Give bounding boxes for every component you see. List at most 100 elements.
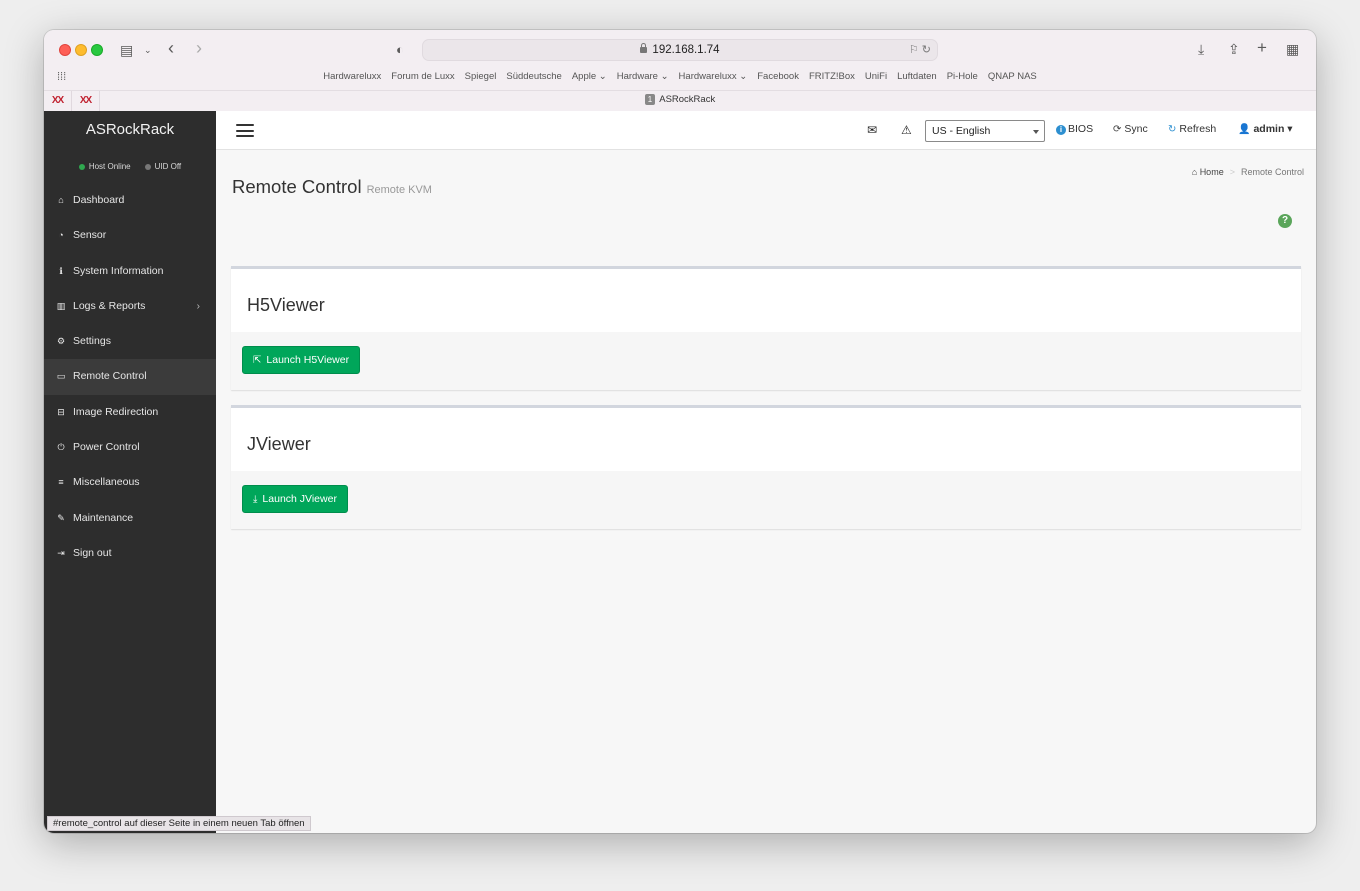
bios-link[interactable]: i BIOS <box>1056 123 1093 135</box>
bookmark-link[interactable]: Luftdaten <box>897 71 937 82</box>
jviewer-panel: JViewer ⤓ Launch JViewer <box>231 405 1301 529</box>
sidebar-item-maintenance[interactable]: ✎ Maintenance <box>44 501 216 536</box>
sidebar-item-miscellaneous[interactable]: ≡ Miscellaneous <box>44 465 216 500</box>
zoom-window-button[interactable] <box>91 44 103 56</box>
launch-h5viewer-button[interactable]: ⇱ Launch H5Viewer <box>242 346 361 374</box>
help-icon[interactable]: ? <box>1278 214 1292 228</box>
panel-body: ⇱ Launch H5Viewer <box>231 332 1301 390</box>
breadcrumb-current: Remote Control <box>1240 167 1304 177</box>
sidebar-item-remote-control[interactable]: ▭ Remote Control <box>44 359 216 395</box>
browser-window: ▤ ⌄ ‹ › ◐ 192.168.1.74 ⚐ ↻ ⤓ ⇪ + ▦ ⁞⁞⁞ H… <box>44 30 1316 833</box>
share-icon[interactable]: ⇪ <box>1228 41 1240 57</box>
refresh-link[interactable]: ↻ Refresh <box>1168 123 1216 135</box>
external-link-icon: ⇱ <box>253 355 262 366</box>
host-status: Host Online UID Off <box>44 149 216 183</box>
sidebar-nav: ⌂ Dashboard ◔ Sensor ℹ System Information ▥ Log… <box>44 183 216 571</box>
tab-row: XX XX 1 ASRockRack <box>44 90 1316 111</box>
sidebar-item-settings[interactable]: ⚙ Settings <box>44 324 216 359</box>
bookmark-link[interactable]: Facebook <box>757 71 799 82</box>
status-dot-icon <box>78 163 85 170</box>
bookmark-link[interactable]: Forum de Luxx <box>391 71 454 82</box>
hdd-icon: ⊟ <box>57 406 65 417</box>
breadcrumb-home[interactable]: ⌂ Home <box>1192 167 1224 177</box>
bookmark-link[interactable]: Süddeutsche <box>506 71 561 82</box>
sidebar-item-power-control[interactable]: ⏻ Power Control <box>44 430 216 465</box>
sidebar-item-label: Sign out <box>73 546 112 559</box>
sidebar-item-system-information[interactable]: ℹ System Information <box>44 254 216 289</box>
chevron-right-icon: › <box>196 300 200 312</box>
host-online-status: Host Online <box>78 162 131 171</box>
main-content: Remote Control Remote KVM ⌂ Home > Remote C… <box>216 150 1316 833</box>
tab-overview-icon[interactable]: ▦ <box>1286 41 1299 57</box>
bookmark-link[interactable]: Hardwareluxx <box>323 71 381 82</box>
refresh-label: Refresh <box>1179 123 1217 135</box>
sidebar-item-logs-reports[interactable]: ▥ Logs & Reports › <box>44 289 216 324</box>
close-window-button[interactable] <box>59 44 71 56</box>
button-label: Launch H5Viewer <box>266 354 350 366</box>
minimize-window-button[interactable] <box>75 44 87 56</box>
language-select[interactable]: US - English <box>925 120 1045 142</box>
bookmark-link[interactable]: Apple ⌄ <box>572 71 607 82</box>
envelope-icon[interactable]: ✉ <box>867 123 877 137</box>
sidebar-item-label: Sensor <box>73 229 107 242</box>
bios-label: BIOS <box>1068 123 1094 135</box>
sidebar-item-label: Image Redirection <box>73 405 159 418</box>
new-tab-icon[interactable]: + <box>1257 39 1267 56</box>
tab-number: 1 <box>644 94 656 105</box>
bookmark-list: Hardwareluxx Forum de Luxx Spiegel Süddeuts… <box>44 71 1316 82</box>
bookmark-link[interactable]: Spiegel <box>465 71 497 82</box>
dashboard-icon: ◔ <box>58 230 64 241</box>
bookmark-link[interactable]: UniFi <box>865 71 887 82</box>
panel-title: H5Viewer <box>247 295 325 315</box>
link-status-bar: #remote_control auf dieser Seite in eine… <box>47 816 311 831</box>
refresh-icon: ↻ <box>1168 124 1177 135</box>
info-icon: i <box>1056 125 1066 135</box>
sidebar-item-sensor[interactable]: ◔ Sensor <box>44 218 216 253</box>
user-menu[interactable]: 👤 admin ▾ <box>1238 123 1293 135</box>
bookmark-link[interactable]: Hardwareluxx ⌄ <box>679 71 748 82</box>
menu-toggle-icon[interactable] <box>236 124 254 137</box>
bookmark-link[interactable]: FRITZ!Box <box>809 71 855 82</box>
chevron-down-icon[interactable]: ⌄ <box>144 42 152 58</box>
forward-icon[interactable]: › <box>196 39 202 57</box>
power-icon: ⏻ <box>57 442 65 453</box>
sidebar-item-dashboard[interactable]: ⌂ Dashboard <box>44 183 216 218</box>
gear-icon: ⚙ <box>56 336 66 347</box>
sidebar: ASRockRack Host Online UID Off ⌂ Dashboar… <box>44 111 216 833</box>
reload-icon[interactable]: ⚐ ↻ <box>909 40 931 61</box>
launch-jviewer-button[interactable]: ⤓ Launch JViewer <box>242 485 348 513</box>
sidebar-item-label: Dashboard <box>73 194 125 206</box>
uid-status: UID Off <box>144 162 181 171</box>
brand-logo[interactable]: ASRockRack <box>44 111 216 149</box>
sidebar-toggle-icon[interactable]: ▤ <box>120 42 133 58</box>
address-bar[interactable]: 192.168.1.74 ⚐ ↻ <box>422 39 938 61</box>
sidebar-item-sign-out[interactable]: ⇥ Sign out <box>44 536 216 571</box>
page-title-text: Remote Control <box>232 176 362 197</box>
download-icon[interactable]: ⤓ <box>1198 41 1204 57</box>
sidebar-item-label: Miscellaneous <box>73 476 140 489</box>
home-icon: ⌂ <box>1191 167 1198 177</box>
sidebar-item-label: Power Control <box>73 441 140 454</box>
active-tab[interactable]: 1 ASRockRack <box>44 94 1316 105</box>
back-icon[interactable]: ‹ <box>168 39 174 57</box>
warning-icon[interactable]: ⚠ <box>901 123 912 137</box>
panel-body: ⤓ Launch JViewer <box>231 471 1301 529</box>
browser-chrome: ▤ ⌄ ‹ › ◐ 192.168.1.74 ⚐ ↻ ⤓ ⇪ + ▦ ⁞⁞⁞ H… <box>44 30 1316 111</box>
panel-title: JViewer <box>247 434 311 454</box>
sidebar-item-label: Logs & Reports <box>73 299 146 312</box>
sync-icon: ⟳ <box>1113 124 1122 135</box>
desktop-icon: ▭ <box>56 371 66 382</box>
caret-down-icon <box>1033 130 1039 134</box>
bars-icon: ≡ <box>58 477 64 488</box>
top-navbar: ✉ ⚠ US - English i BIOS ⟳ Sync ↻ Refresh 👤 a… <box>216 111 1316 150</box>
info-icon: ℹ <box>59 265 63 276</box>
shield-icon[interactable]: ◐ <box>396 42 404 58</box>
sign-out-icon: ⇥ <box>57 547 65 558</box>
sidebar-item-image-redirection[interactable]: ⊟ Image Redirection <box>44 395 216 430</box>
bookmark-link[interactable]: Pi-Hole <box>947 71 978 82</box>
bookmark-link[interactable]: Hardware ⌄ <box>617 71 669 82</box>
sync-link[interactable]: ⟳ Sync <box>1113 123 1148 135</box>
bookmark-link[interactable]: QNAP NAS <box>988 71 1037 82</box>
wrench-icon: ✎ <box>57 512 65 523</box>
page-title: Remote Control Remote KVM <box>232 176 432 198</box>
